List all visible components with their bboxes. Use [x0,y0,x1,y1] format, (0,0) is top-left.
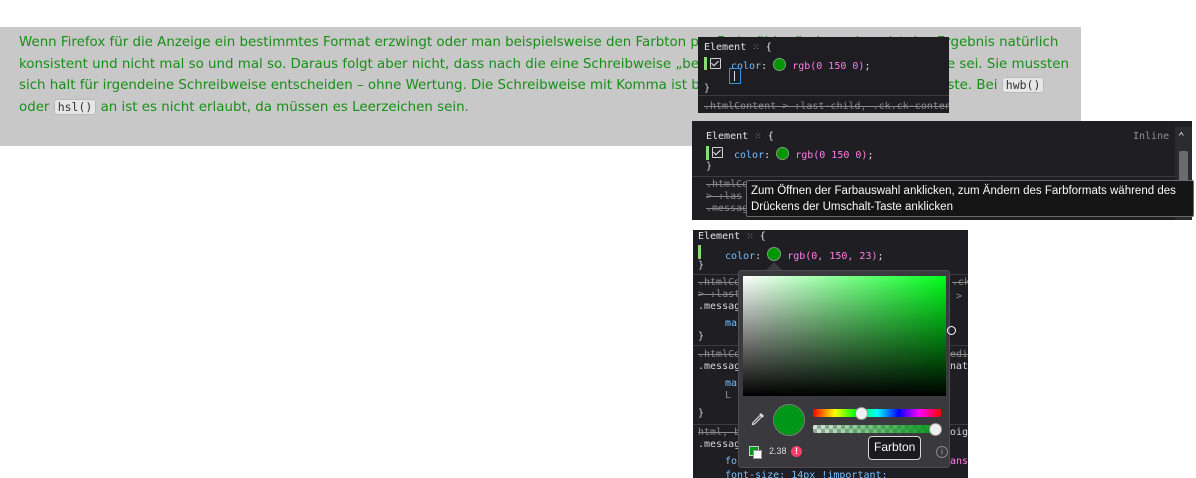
color-swatch-tooltip: Zum Öffnen der Farbauswahl anklicken, zu… [746,180,1194,217]
declaration[interactable]: color: rgb(0 150 0); [731,58,870,73]
rule-header: Element ⁙ { [704,42,772,54]
rule-selector-struck: .htmlCo [706,179,749,190]
property-checkbox[interactable] [712,147,723,158]
hue-tooltip: Farbton [868,436,922,460]
rule-selector: .messag [698,361,741,372]
spectrum-handle[interactable] [947,326,956,335]
changed-indicator [706,146,709,160]
brace-close: } [698,260,705,271]
tree-connector: L [725,390,732,401]
brace-close: } [706,161,713,172]
color-swatch-icon[interactable] [776,147,790,160]
divider [698,95,949,96]
inline-source-label[interactable]: Inline [1133,131,1169,143]
property-value[interactable]: rgb(0 150 0) [795,150,867,161]
brace-open: { [759,231,766,242]
rule-selector-struck: .ck [952,277,968,288]
grid-icon: ⁙ [754,132,762,142]
brace-close: } [698,408,705,419]
devtools-rule-1: Element ⁙ { color: rgb(0 150 0); } .html… [698,37,949,113]
property-checkbox[interactable] [710,58,721,69]
declaration[interactable]: color: rgb(0 150 0); [734,147,873,162]
divider [692,176,1175,177]
brace-close: } [698,331,705,342]
property-value[interactable]: rgb(0, 150, 23) [787,251,877,262]
post-text-part: an [100,99,118,115]
post-text-part: ist es nicht erlaubt, da müssen es Leerz… [117,99,469,115]
hue-slider-handle[interactable] [855,407,868,420]
text-caret [734,71,735,81]
contrast-ratio: 2.38 [769,446,787,456]
grid-icon: ⁙ [752,43,760,53]
rule-selector-struck: .messag [706,203,749,214]
chevron-right-icon: > [956,291,963,302]
grid-icon: ⁙ [746,232,754,242]
code-hsl: hsl() [53,98,97,115]
rule-selector: Element [706,131,749,142]
rule-selector: nat [950,361,968,372]
semicolon: ; [864,61,871,72]
rule-selector: Element [698,231,741,242]
post-text-part: oder [19,99,54,115]
info-icon[interactable]: i [936,446,948,458]
contrast-swatch-icon [749,446,762,459]
property-text: font-size: 14px !important; [725,470,888,478]
hue-slider[interactable] [813,409,941,417]
semicolon: ; [867,150,874,161]
declaration: font-size: 14px !important; [725,470,888,478]
rule-selector: oig [950,427,968,438]
rule-header: Element ⁙ { [698,231,766,243]
brace-open: { [767,131,774,142]
property-name: fo [725,456,738,467]
declaration[interactable]: color: rgb(0, 150, 23); [725,247,884,263]
rule-selector-struck: .htmlCo [698,349,741,360]
property-name[interactable]: color [725,251,755,262]
rule-selector-struck: .htmlCo [698,277,741,288]
brace-open: { [765,42,772,53]
warning-icon: ! [791,446,802,457]
eyedropper-icon[interactable] [750,411,766,427]
picker-arrow [766,262,782,270]
rule-header: Element ⁙ { [706,131,774,143]
changed-indicator [698,245,701,259]
property-value[interactable]: rgb(0 150 0) [792,61,864,72]
color-swatch-icon[interactable] [773,58,787,71]
code-hwb: hwb() [1001,77,1045,94]
next-rule-selector: .htmlContent > :last-child, .ck.ck-conte… [704,101,949,112]
rule-selector: Element [704,42,747,53]
chevron-up-icon[interactable]: ⌃ [1178,131,1185,143]
property-name: ma [725,318,738,329]
property-name[interactable]: color [734,150,764,161]
rule-selector: .messag [698,301,741,312]
semicolon: ; [877,251,884,262]
rule-selector-struck: > :las [706,191,743,202]
property-name: ma [725,378,738,389]
alpha-slider[interactable] [813,425,941,433]
color-swatch-icon[interactable] [767,247,782,261]
alpha-slider-handle[interactable] [929,423,942,436]
changed-indicator [704,57,707,70]
color-preview [773,404,805,436]
property-value: ans [950,456,968,467]
rule-selector-struck: edi [950,349,968,360]
brace-close: } [704,83,711,94]
new-property-input[interactable] [729,68,741,84]
rule-selector-struck: > :last [698,289,741,300]
color-spectrum[interactable] [743,276,956,396]
rule-selector-struck: html, b [698,427,741,438]
rule-selector: .messag [698,439,741,450]
